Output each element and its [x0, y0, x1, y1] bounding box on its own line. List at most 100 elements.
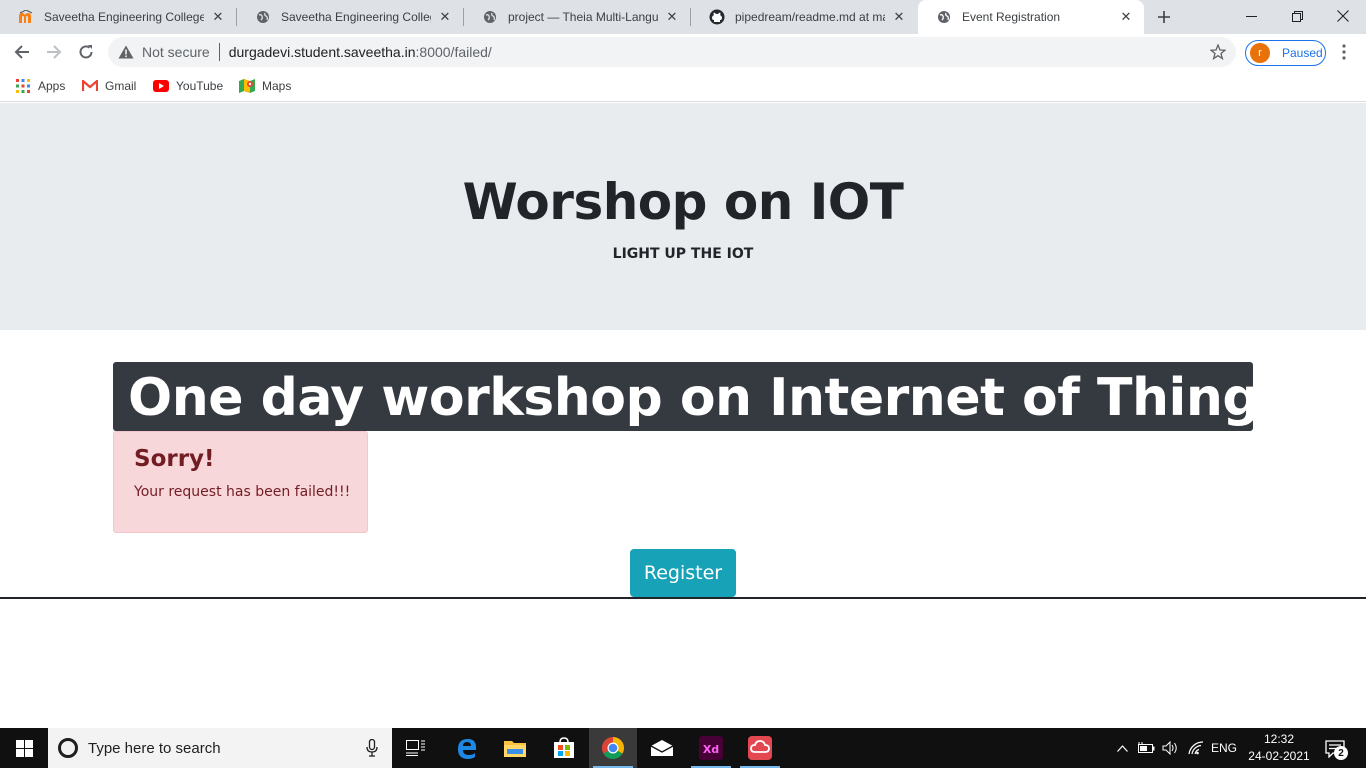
tab-title: pipedream/readme.md at master: [735, 10, 885, 24]
svg-text:Xd: Xd: [703, 743, 719, 756]
reload-button[interactable]: [72, 38, 100, 66]
search-placeholder: Type here to search: [88, 739, 221, 757]
back-button[interactable]: [8, 38, 36, 66]
taskbar-adobe-xd[interactable]: Xd: [687, 728, 735, 768]
page-subtitle: LIGHT UP THE IOT: [612, 246, 754, 262]
taskbar-creative-cloud[interactable]: [736, 728, 784, 768]
url-host: durgadevi.student.saveetha.in: [228, 44, 416, 60]
error-alert: Sorry! Your request has been failed!!!: [113, 431, 368, 533]
globe-icon: [255, 9, 271, 25]
globe-icon: [482, 9, 498, 25]
battery-icon[interactable]: [1136, 728, 1158, 768]
moodle-icon: [18, 9, 34, 25]
bookmark-star-icon[interactable]: [1208, 42, 1228, 62]
avatar: r: [1250, 43, 1270, 63]
tab-theia-project[interactable]: project — Theia Multi-Language ✕: [464, 0, 690, 34]
task-view-button[interactable]: [392, 728, 440, 768]
reload-icon: [79, 45, 93, 59]
cortana-icon: [58, 738, 78, 758]
microphone-icon[interactable]: [364, 738, 380, 758]
divider-line: [0, 597, 1366, 599]
adobe-xd-icon: Xd: [699, 736, 723, 760]
tab-title: Saveetha Engineering College: [44, 10, 204, 24]
taskbar-edge[interactable]: [443, 728, 491, 768]
browser-menu-button[interactable]: [1334, 42, 1354, 62]
language-indicator[interactable]: ENG: [1208, 728, 1240, 768]
bookmarks-bar: Apps Gmail YouTube Maps: [0, 70, 1366, 102]
close-icon[interactable]: ✕: [437, 9, 453, 25]
maps-icon: [239, 78, 255, 94]
tray-overflow-button[interactable]: [1112, 728, 1132, 768]
mail-icon: [650, 740, 674, 756]
warning-icon[interactable]: [118, 44, 134, 60]
tab-pipedream-readme[interactable]: pipedream/readme.md at master ✕: [691, 0, 917, 34]
omnibox-divider: [218, 43, 220, 61]
volume-icon[interactable]: [1160, 728, 1182, 768]
arrow-right-icon: [47, 45, 62, 59]
tab-event-registration[interactable]: Event Registration ✕: [918, 0, 1144, 34]
browser-toolbar: Not secure durgadevi.student.saveetha.in…: [0, 34, 1366, 70]
profile-button[interactable]: r Paused: [1245, 40, 1326, 66]
bookmark-youtube[interactable]: YouTube: [153, 76, 223, 96]
wifi-icon[interactable]: [1185, 728, 1207, 768]
folder-icon: [504, 741, 526, 757]
close-window-button[interactable]: [1320, 0, 1366, 32]
tab-saveetha-1[interactable]: Saveetha Engineering College ✕: [0, 0, 236, 34]
bookmark-gmail[interactable]: Gmail: [82, 76, 136, 96]
tab-title: project — Theia Multi-Language: [508, 10, 658, 24]
tab-title: Event Registration: [962, 10, 1061, 24]
bookmark-maps[interactable]: Maps: [239, 76, 291, 96]
page-title: Worshop on IOT: [462, 173, 904, 231]
tab-title: Saveetha Engineering College: [281, 10, 431, 24]
register-button[interactable]: Register: [630, 549, 736, 597]
kebab-menu-icon: [1342, 44, 1346, 60]
taskbar-search[interactable]: Type here to search: [48, 728, 392, 768]
youtube-icon: [153, 78, 169, 94]
taskbar-chrome[interactable]: [589, 728, 637, 768]
address-bar[interactable]: Not secure durgadevi.student.saveetha.in…: [108, 37, 1236, 67]
globe-icon: [936, 9, 952, 25]
edge-icon: [458, 739, 477, 759]
minimize-icon: [1245, 15, 1257, 17]
start-button[interactable]: [0, 728, 48, 768]
restore-button[interactable]: [1274, 0, 1320, 32]
minimize-button[interactable]: [1228, 0, 1274, 32]
alert-heading: Sorry!: [134, 446, 215, 472]
close-icon: [1337, 10, 1349, 22]
url-text[interactable]: durgadevi.student.saveetha.in:8000/faile…: [229, 44, 492, 60]
plus-icon: [1158, 11, 1170, 23]
apps-grid-icon: [15, 78, 31, 94]
action-center-button[interactable]: 2: [1322, 736, 1348, 762]
jumbotron: Worshop on IOT LIGHT UP THE IOT: [0, 103, 1366, 330]
chevron-up-icon: [1116, 744, 1128, 752]
taskbar-file-explorer[interactable]: [491, 728, 539, 768]
profile-status: Paused: [1282, 46, 1323, 60]
close-icon[interactable]: ✕: [891, 9, 907, 25]
chrome-icon: [602, 737, 624, 759]
close-icon[interactable]: ✕: [664, 9, 680, 25]
page-viewport: Worshop on IOT LIGHT UP THE IOT One day …: [0, 103, 1366, 728]
clock-time: 12:32: [1263, 732, 1295, 746]
windows-logo-icon: [15, 739, 33, 757]
forward-button[interactable]: [40, 38, 68, 66]
taskbar-mail[interactable]: [638, 728, 686, 768]
bookmark-apps[interactable]: Apps: [15, 76, 65, 96]
gmail-icon: [82, 78, 98, 94]
close-icon[interactable]: ✕: [1118, 9, 1134, 25]
close-icon[interactable]: ✕: [210, 9, 226, 25]
tab-saveetha-2[interactable]: Saveetha Engineering College ✕: [237, 0, 463, 34]
event-banner: One day workshop on Internet of Things: [113, 362, 1253, 431]
event-banner-heading: One day workshop on Internet of Things: [128, 368, 1253, 428]
taskbar-store[interactable]: [540, 728, 588, 768]
task-view-icon: [406, 740, 425, 756]
github-icon: [709, 9, 725, 25]
bookmark-label: Gmail: [105, 79, 137, 93]
alert-message: Your request has been failed!!!: [134, 484, 351, 500]
clock-date: 24-02-2021: [1248, 749, 1310, 763]
system-clock[interactable]: 12:32 24-02-2021: [1244, 731, 1314, 765]
bookmark-label: Maps: [262, 79, 292, 93]
new-tab-button[interactable]: [1152, 5, 1176, 29]
security-label: Not secure: [142, 44, 210, 60]
store-icon: [554, 737, 574, 758]
browser-tab-strip: Saveetha Engineering College ✕ Saveetha …: [0, 0, 1366, 34]
